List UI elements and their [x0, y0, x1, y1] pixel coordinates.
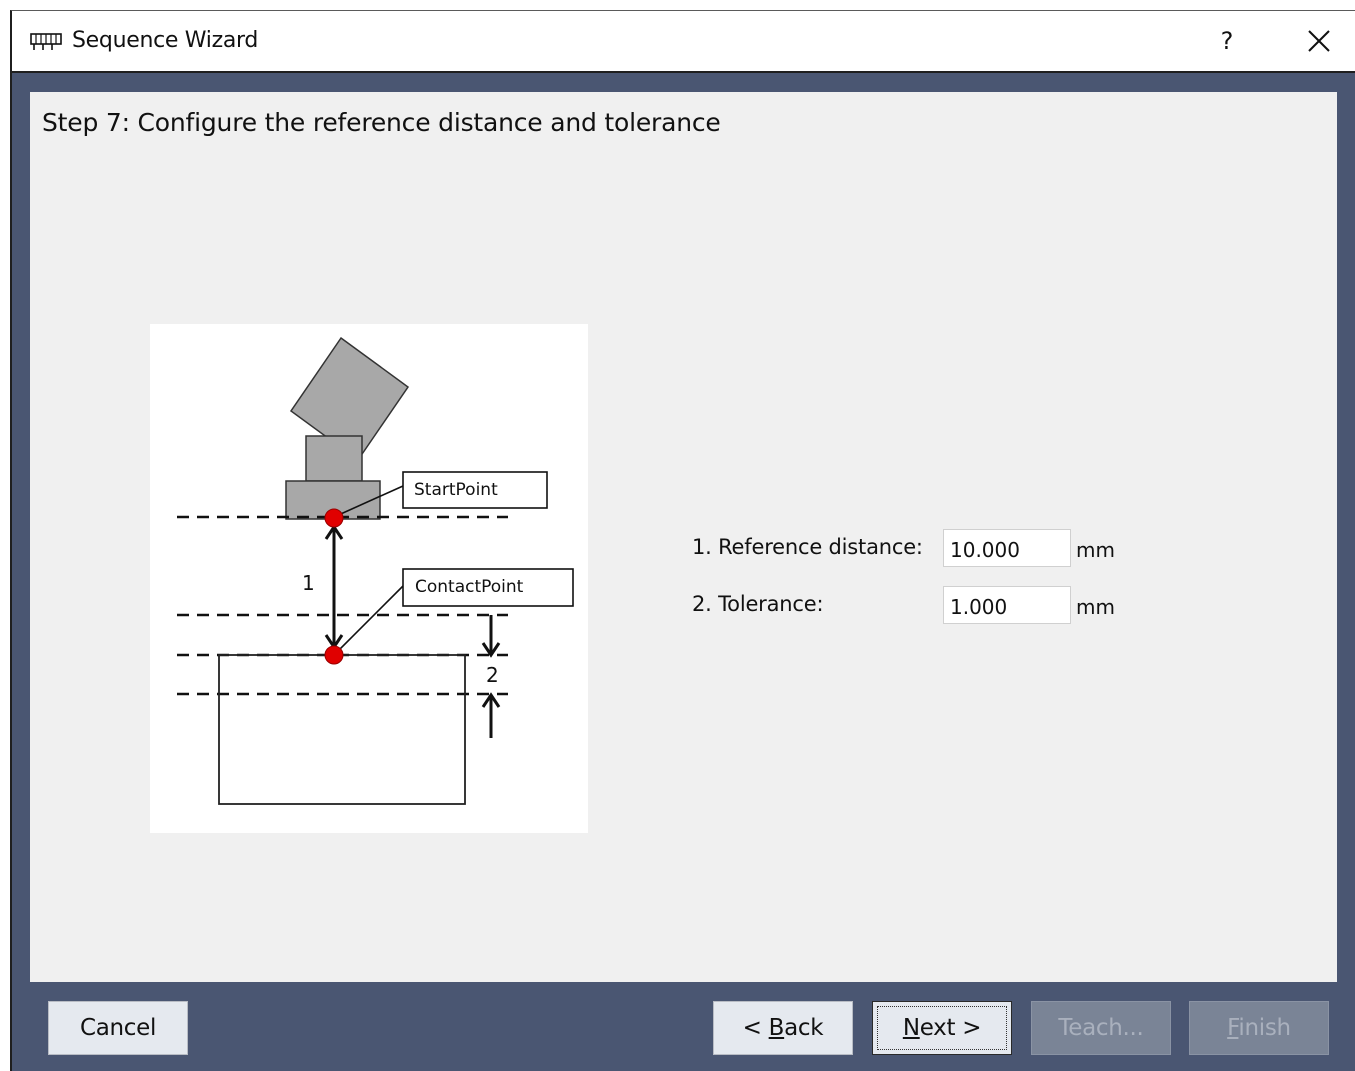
window-title: Sequence Wizard: [72, 28, 259, 53]
teach-button[interactable]: Teach...: [1031, 1001, 1171, 1055]
app-icon: [30, 33, 62, 50]
finish-button-label: Finish: [1227, 1015, 1291, 1041]
reference-distance-unit: mm: [1076, 538, 1115, 562]
robot-wrist: [305, 435, 363, 482]
reference-distance-label: 1. Reference distance:: [692, 535, 923, 559]
marker-2: 2: [486, 663, 499, 687]
wizard-window: Sequence Wizard ? Step 7: Configure the …: [10, 10, 1355, 1071]
screen-edge: [0, 0, 1355, 10]
cancel-button[interactable]: Cancel: [48, 1001, 188, 1055]
back-button-label: < Back: [742, 1015, 824, 1041]
startpoint-label: StartPoint: [414, 480, 498, 500]
tolerance-unit: mm: [1076, 595, 1115, 619]
title-bar: Sequence Wizard ?: [12, 11, 1355, 73]
help-button[interactable]: ?: [1207, 21, 1247, 61]
reference-distance-input[interactable]: [943, 529, 1071, 567]
wizard-content: Step 7: Configure the reference distance…: [30, 92, 1337, 982]
close-icon[interactable]: [1297, 21, 1341, 61]
contactpoint-label: ContactPoint: [415, 577, 524, 597]
cancel-button-label: Cancel: [79, 1015, 157, 1041]
marker-1: 1: [302, 571, 315, 595]
contactpoint-leader: [333, 585, 404, 656]
tolerance-input[interactable]: [943, 586, 1071, 624]
start-point-marker: [324, 508, 344, 528]
tolerance-label: 2. Tolerance:: [692, 592, 824, 616]
next-button[interactable]: Next >: [872, 1001, 1012, 1055]
focus-indicator: [877, 1006, 1007, 1050]
reference-distance-diagram: 1 2 StartPoint ContactPoint: [150, 324, 588, 833]
teach-button-label: Teach...: [1058, 1015, 1144, 1041]
finish-button[interactable]: Finish: [1189, 1001, 1329, 1055]
back-button[interactable]: < Back: [713, 1001, 853, 1055]
contact-point-marker: [324, 645, 344, 665]
step-heading: Step 7: Configure the reference distance…: [42, 108, 721, 137]
workpiece: [218, 654, 466, 805]
